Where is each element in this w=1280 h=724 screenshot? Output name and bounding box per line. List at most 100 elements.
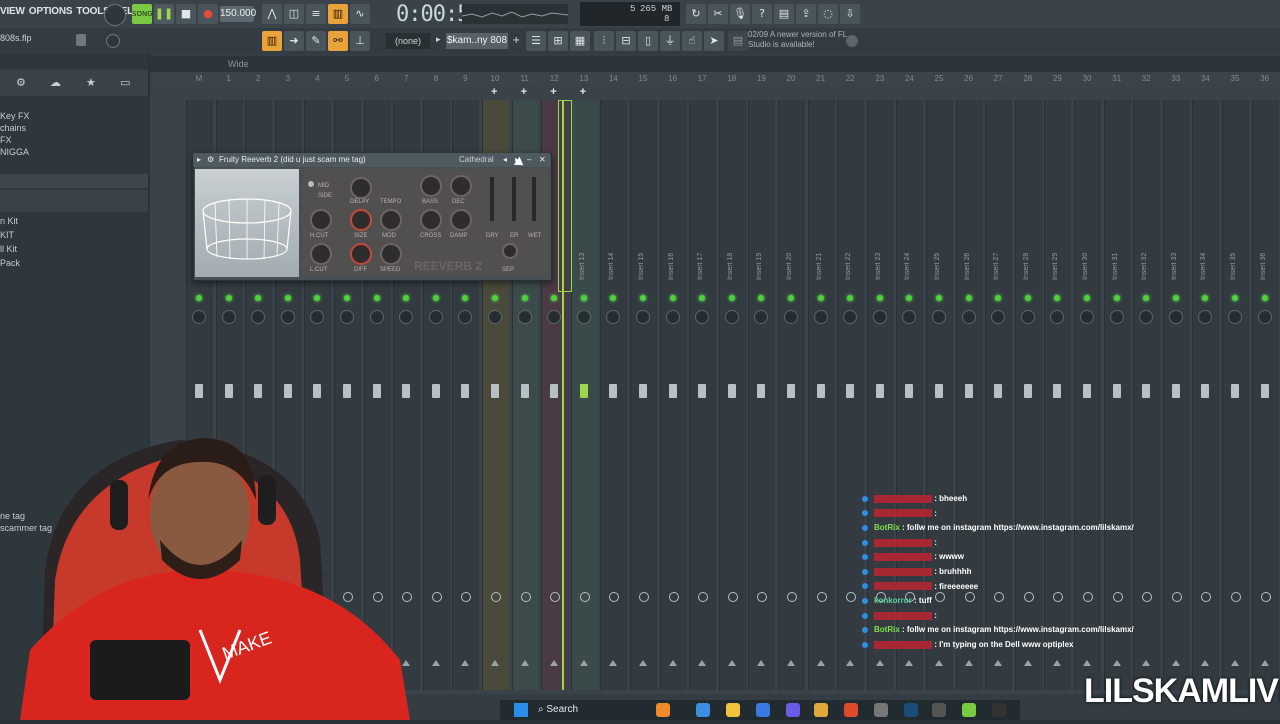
volume-fader[interactable] (461, 384, 470, 398)
menu-view[interactable]: VIEW (0, 6, 25, 17)
insert-label[interactable]: Insert 20 (786, 200, 796, 280)
mid-side-toggle[interactable] (308, 181, 314, 187)
volume-fader[interactable] (579, 384, 588, 398)
add-send-icon[interactable]: + (580, 86, 586, 98)
add-send-icon[interactable]: + (491, 86, 497, 98)
volume-fader[interactable] (1201, 384, 1210, 398)
insert-label[interactable]: Insert 17 (697, 200, 707, 280)
volume-fader[interactable] (905, 384, 914, 398)
mic-icon[interactable]: 🎙 (730, 4, 750, 24)
volume-fader[interactable] (935, 384, 943, 398)
obs-icon[interactable] (874, 703, 888, 717)
add-preset-icon[interactable]: + (512, 35, 520, 46)
step-edit-icon[interactable]: ▥ (328, 4, 348, 24)
track-number[interactable]: 32 (1133, 74, 1159, 83)
browser-settings-icon[interactable]: ⚙ (16, 76, 26, 89)
app-icon[interactable] (932, 703, 946, 717)
route-arrow-icon[interactable] (846, 660, 855, 666)
track-led[interactable] (936, 295, 942, 301)
route-arrow-icon[interactable] (816, 660, 825, 666)
volume-fader[interactable] (698, 384, 707, 398)
route-arrow-icon[interactable] (787, 660, 795, 666)
pan-knob[interactable] (784, 310, 798, 324)
route-arrow-icon[interactable] (1260, 660, 1269, 666)
track-number[interactable]: 5 (334, 74, 360, 83)
track-number[interactable]: M (186, 74, 212, 83)
plugin-picker-icon[interactable]: ⊟ (616, 31, 636, 51)
browser-item[interactable]: FX (0, 134, 30, 146)
stop-button[interactable]: ■ (176, 4, 196, 24)
pan-knob[interactable] (1168, 310, 1183, 324)
pan-knob[interactable] (576, 310, 591, 324)
loop-record-icon[interactable]: ∿ (350, 4, 370, 24)
damp-knob[interactable] (450, 209, 472, 231)
sep-knob[interactable] (502, 243, 518, 259)
volume-fader[interactable] (520, 384, 529, 398)
insert-label[interactable]: Insert 22 (845, 200, 855, 280)
volume-fader[interactable] (1231, 384, 1239, 398)
plugin-gear-icon[interactable]: ⚙ (207, 153, 214, 167)
pan-knob[interactable] (872, 310, 887, 324)
lock-icon[interactable] (76, 34, 86, 46)
browser-row[interactable] (0, 190, 148, 212)
volume-fader[interactable] (1171, 384, 1180, 398)
close-icon[interactable]: ✕ (539, 153, 546, 167)
route-arrow-icon[interactable] (1231, 660, 1239, 666)
prev-preset-icon[interactable]: ◂ (503, 153, 507, 167)
plugin-menu-arrow-icon[interactable]: ▸ (197, 153, 201, 167)
track-number[interactable]: 19 (748, 74, 774, 83)
pan-knob[interactable] (280, 310, 295, 324)
pan-knob[interactable] (1020, 310, 1035, 324)
track-number[interactable]: 7 (393, 74, 419, 83)
browser-item[interactable]: NIGGA (0, 146, 30, 158)
fx-slot-toggle[interactable] (1171, 592, 1182, 602)
pan-knob[interactable] (813, 310, 828, 324)
fx-slot-toggle[interactable] (816, 592, 827, 602)
piano-roll-icon[interactable]: ⊞ (548, 31, 568, 51)
track-number[interactable]: 20 (778, 74, 804, 83)
file-explorer-icon[interactable] (726, 703, 740, 717)
undo-icon[interactable]: ↻ (686, 4, 706, 24)
track-number[interactable]: 21 (808, 74, 834, 83)
pause-button[interactable]: ❚❚ (154, 4, 174, 24)
store-icon[interactable] (756, 703, 770, 717)
volume-fader[interactable] (283, 384, 292, 398)
track-number[interactable]: 22 (837, 74, 863, 83)
fx-slot-toggle[interactable] (787, 592, 797, 602)
track-led[interactable] (492, 295, 498, 301)
pattern-song-toggle[interactable]: SONG (132, 4, 153, 24)
volume-fader[interactable] (875, 384, 884, 398)
route-arrow-icon[interactable] (609, 660, 618, 666)
channel-rack-icon[interactable]: ▦ (570, 31, 590, 51)
volume-fader[interactable] (994, 384, 1003, 398)
volume-fader[interactable] (195, 384, 203, 398)
track-led[interactable] (965, 295, 972, 301)
insert-label[interactable]: Insert 21 (816, 200, 826, 280)
save-icon[interactable]: ▤ (774, 4, 794, 24)
track-number[interactable]: 31 (1104, 74, 1130, 83)
track-number[interactable]: 27 (985, 74, 1011, 83)
track-number[interactable]: 3 (275, 74, 301, 83)
insert-label[interactable]: Insert 29 (1052, 200, 1062, 280)
track-led[interactable] (225, 295, 232, 301)
pan-knob[interactable] (369, 310, 384, 324)
insert-label[interactable]: Insert 30 (1082, 200, 1092, 280)
pan-knob[interactable] (1080, 310, 1094, 324)
browser-selected-row[interactable] (0, 174, 148, 188)
route-arrow-icon[interactable] (757, 660, 766, 666)
volume-fader[interactable] (491, 384, 499, 398)
track-number[interactable]: 25 (926, 74, 952, 83)
track-number[interactable]: 6 (364, 74, 390, 83)
insert-label[interactable]: Insert 34 (1200, 200, 1210, 280)
insert-label[interactable]: Insert 36 (1260, 200, 1270, 280)
browser-item[interactable]: KIT (0, 228, 20, 242)
track-number[interactable]: 2 (245, 74, 271, 83)
track-led[interactable] (817, 295, 824, 301)
link-icon[interactable]: ⚯ (328, 31, 348, 51)
snap-icon[interactable]: ▥ (262, 31, 282, 51)
render-icon[interactable]: ⇪ (796, 4, 816, 24)
reverb-preset[interactable]: Cathedral (459, 153, 494, 167)
track-led[interactable] (1232, 295, 1238, 301)
browser-item[interactable]: ll Kit (0, 242, 20, 256)
track-number[interactable]: 23 (867, 74, 893, 83)
